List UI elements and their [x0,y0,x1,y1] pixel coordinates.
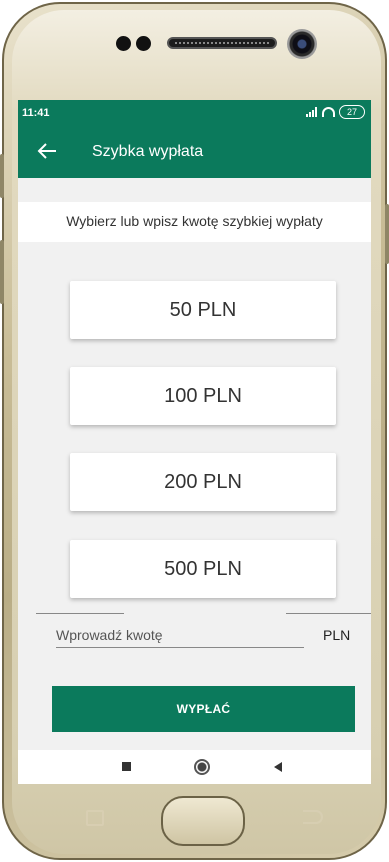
divider-left [36,613,124,614]
screen: 11:41 27 Szybka wypłata Wybierz lub wpis… [18,100,371,784]
app-bar: Szybka wypłata [18,126,371,178]
earpiece-speaker [167,37,277,49]
hardware-home-button[interactable] [161,796,245,846]
prompt-text: Wybierz lub wpisz kwotę szybkiej wypłaty [66,213,323,229]
hardware-back-icon[interactable] [303,810,323,824]
signal-icon [306,107,318,117]
arrow-left-icon[interactable] [36,140,58,162]
hardware-recent-icon[interactable] [86,810,104,826]
volume-button [0,154,4,198]
android-nav-bar [18,750,371,784]
wifi-icon [322,107,335,117]
prompt-band: Wybierz lub wpisz kwotę szybkiej wypłaty [18,202,371,242]
status-time: 11:41 [22,107,50,119]
divider-right [286,613,371,614]
amount-button-200[interactable]: 200 PLN [70,453,336,511]
amount-button-100[interactable]: 100 PLN [70,367,336,425]
status-bar: 11:41 27 [18,100,371,126]
power-button [385,204,389,264]
quick-withdrawal-content: Wybierz lub wpisz kwotę szybkiej wypłaty… [18,178,371,734]
withdraw-button[interactable]: WYPŁAĆ [52,686,355,732]
currency-label: PLN [323,627,351,643]
recent-apps-icon[interactable] [122,762,131,771]
back-icon[interactable] [274,762,282,772]
proximity-sensor [116,36,131,51]
amount-input[interactable] [56,622,304,648]
battery-icon: 27 [339,105,365,119]
amount-button-500[interactable]: 500 PLN [70,540,336,598]
volume-button-lower [0,240,4,304]
amount-button-50[interactable]: 50 PLN [70,281,336,339]
status-icons: 27 [306,105,365,119]
home-icon[interactable] [194,759,210,775]
page-title: Szybka wypłata [92,143,204,160]
front-camera-icon [287,29,317,59]
light-sensor [136,36,151,51]
